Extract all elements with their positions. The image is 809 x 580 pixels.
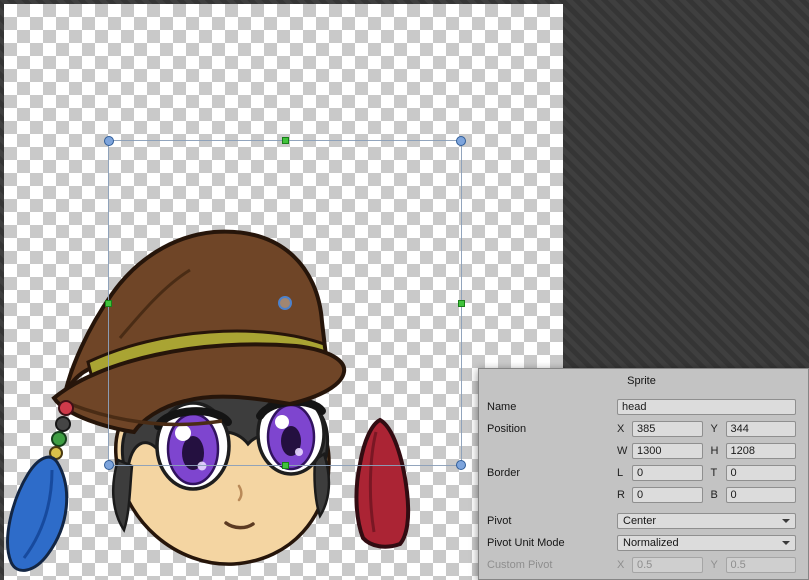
position-h-prefix: H bbox=[711, 445, 722, 457]
pivot-row: Pivot Center bbox=[487, 511, 796, 530]
border-r-prefix: R bbox=[617, 489, 628, 501]
pivot-unit-mode-dropdown-value: Normalized bbox=[623, 537, 679, 549]
sprite-editor-window: Sprite Name Position X Y bbox=[0, 0, 809, 580]
bead-dark bbox=[56, 417, 70, 431]
pivot-unit-mode-dropdown[interactable]: Normalized bbox=[617, 535, 796, 551]
pivot-dropdown[interactable]: Center bbox=[617, 513, 796, 529]
handle-top-left[interactable] bbox=[104, 136, 114, 146]
handle-right-middle[interactable] bbox=[458, 300, 465, 307]
pivot-indicator[interactable] bbox=[278, 296, 292, 310]
pivot-unit-mode-row: Pivot Unit Mode Normalized bbox=[487, 533, 796, 552]
position-y-prefix: Y bbox=[711, 423, 722, 435]
custom-pivot-y-prefix: Y bbox=[711, 559, 722, 571]
border-b-input[interactable] bbox=[726, 487, 797, 503]
custom-pivot-x-input bbox=[632, 557, 703, 573]
pivot-label: Pivot bbox=[487, 515, 617, 527]
sprite-inspector-panel: Sprite Name Position X Y bbox=[478, 368, 809, 580]
position-row-xy: Position X Y bbox=[487, 419, 796, 438]
custom-pivot-label: Custom Pivot bbox=[487, 559, 617, 571]
hair-side-left bbox=[113, 460, 132, 530]
border-row-lt: Border L T bbox=[487, 463, 796, 482]
name-row: Name bbox=[487, 397, 796, 416]
position-w-input[interactable] bbox=[632, 443, 703, 459]
panel-title: Sprite bbox=[487, 373, 796, 389]
border-t-prefix: T bbox=[711, 467, 722, 479]
custom-pivot-x-prefix: X bbox=[617, 559, 628, 571]
handle-bottom-middle[interactable] bbox=[282, 462, 289, 469]
position-w-prefix: W bbox=[617, 445, 628, 457]
border-label: Border bbox=[487, 467, 617, 479]
handle-top-right[interactable] bbox=[456, 136, 466, 146]
border-r-input[interactable] bbox=[632, 487, 703, 503]
chevron-down-icon bbox=[782, 541, 790, 545]
border-row-rb: R B bbox=[487, 485, 796, 504]
handle-bottom-right[interactable] bbox=[456, 460, 466, 470]
name-label: Name bbox=[487, 401, 617, 413]
custom-pivot-y-input bbox=[726, 557, 797, 573]
border-t-input[interactable] bbox=[726, 465, 797, 481]
position-h-input[interactable] bbox=[726, 443, 797, 459]
bead-green bbox=[52, 432, 66, 446]
chevron-down-icon bbox=[782, 519, 790, 523]
bead-red bbox=[59, 401, 73, 415]
position-x-input[interactable] bbox=[632, 421, 703, 437]
handle-bottom-left[interactable] bbox=[104, 460, 114, 470]
position-x-prefix: X bbox=[617, 423, 628, 435]
position-y-input[interactable] bbox=[726, 421, 797, 437]
border-l-input[interactable] bbox=[632, 465, 703, 481]
border-l-prefix: L bbox=[617, 467, 628, 479]
handle-left-middle[interactable] bbox=[105, 300, 112, 307]
pivot-dropdown-value: Center bbox=[623, 515, 656, 527]
border-b-prefix: B bbox=[711, 489, 722, 501]
feather bbox=[8, 457, 67, 570]
handle-top-middle[interactable] bbox=[282, 137, 289, 144]
position-label: Position bbox=[487, 423, 617, 435]
position-row-wh: W H bbox=[487, 441, 796, 460]
pivot-unit-mode-label: Pivot Unit Mode bbox=[487, 537, 617, 549]
name-input[interactable] bbox=[617, 399, 796, 415]
custom-pivot-row: Custom Pivot X Y bbox=[487, 555, 796, 574]
